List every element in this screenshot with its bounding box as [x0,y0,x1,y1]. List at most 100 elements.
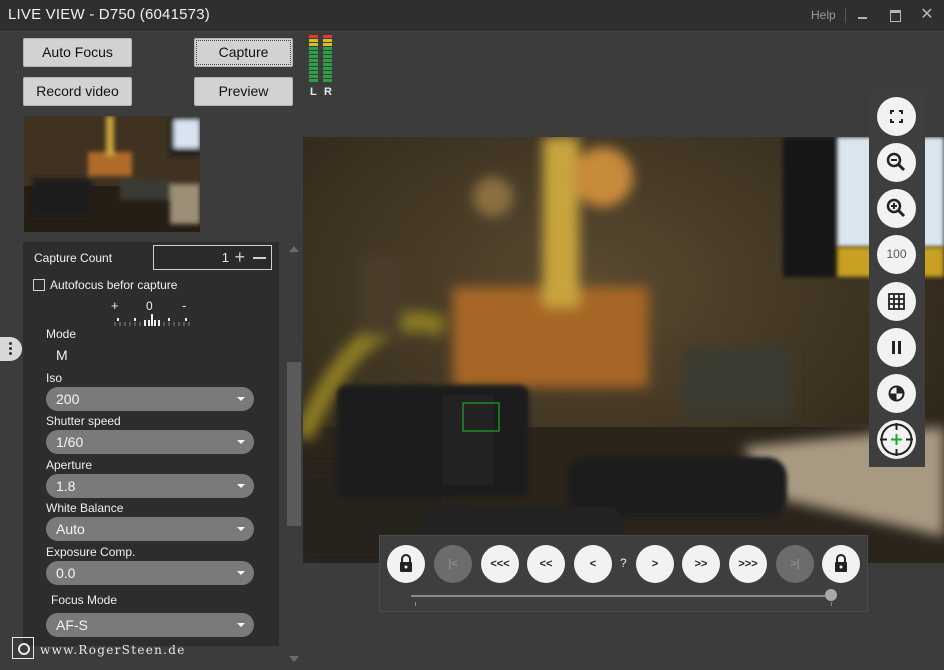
timeline-slider[interactable] [411,595,831,597]
scroll-up-icon[interactable] [289,246,299,252]
preview-thumbnail[interactable] [24,116,200,232]
meter-segment [309,43,318,46]
capture-count-stepper[interactable]: 1 + [153,245,272,270]
meter-segment [309,63,318,66]
scrollbar-thumb[interactable] [287,362,301,526]
exposure-scale [114,314,190,326]
preview-button[interactable]: Preview [194,77,293,106]
meter-segment [309,67,318,70]
zoom-in-icon[interactable] [877,189,916,228]
pause-icon[interactable] [877,328,916,367]
last-frame-button[interactable]: >| [776,545,814,583]
iso-value: 200 [56,391,80,407]
chevron-down-icon [237,397,245,401]
forward-2-button[interactable]: >> [682,545,720,583]
capture-count-value: 1 [221,250,229,265]
back-3-button[interactable]: <<< [481,545,519,583]
meter-segment [309,79,318,82]
zoom-out-icon[interactable] [877,143,916,182]
back-2-button[interactable]: << [527,545,565,583]
maximize-icon[interactable] [885,5,905,25]
meter-segment [323,79,332,82]
aperture-value: 1.8 [56,478,76,494]
more-options-icon[interactable] [0,337,22,361]
iso-select[interactable]: 200 [46,387,254,411]
white-balance-select[interactable]: Auto [46,517,254,541]
focus-mode-label: Focus Mode [51,593,118,607]
navigation-bar: |< <<< << < ? > >> >>> >| [379,535,868,612]
fullscreen-icon[interactable] [877,97,916,136]
meter-segment [323,71,332,74]
chevron-down-icon [237,440,245,444]
forward-3-button[interactable]: >>> [729,545,767,583]
focus-mode-value: AF-S [56,617,88,633]
help-link[interactable]: Help [811,8,836,22]
shutter-speed-select[interactable]: 1/60 [46,430,254,454]
slider-tick-end [831,602,832,606]
plus-icon[interactable]: + [234,247,245,267]
exposure-simulation-icon[interactable] [877,374,916,413]
scroll-down-icon[interactable] [289,656,299,662]
meter-segment [323,63,332,66]
aperture-select[interactable]: 1.8 [46,474,254,498]
settings-panel: Capture Count 1 + Autofocus befor captur… [23,242,279,646]
exposure-comp-label: Exposure Comp. [46,545,136,559]
brand-watermark: www.RogerSteen.de [40,643,186,657]
autofocus-before-capture-label: Autofocus befor capture [50,278,178,292]
audio-meter-right [323,35,332,85]
audio-meter-left [309,35,318,85]
minus-icon[interactable] [253,257,266,259]
white-balance-value: Auto [56,521,85,537]
meter-segment [309,51,318,54]
close-icon[interactable]: ✕ [917,5,937,25]
autofocus-before-capture-checkbox[interactable] [33,279,45,291]
back-1-button[interactable]: < [574,545,612,583]
zoom-100-button[interactable]: 100 [877,235,916,274]
chevron-down-icon [237,527,245,531]
minimize-icon[interactable] [853,5,873,25]
meter-segment [309,47,318,50]
meter-segment [323,47,332,50]
focus-target-icon[interactable] [877,420,916,459]
forward-1-button[interactable]: > [636,545,674,583]
white-balance-label: White Balance [46,501,124,515]
title-separator [845,8,846,23]
focus-mode-select[interactable]: AF-S [46,613,254,637]
meter-segment [309,59,318,62]
exposure-comp-select[interactable]: 0.0 [46,561,254,585]
meter-segment [323,43,332,46]
first-frame-button[interactable]: |< [434,545,472,583]
window-title: LIVE VIEW - D750 (6041573) [8,6,210,23]
meter-segment [323,39,332,42]
meter-segment [323,59,332,62]
scrollbar-track[interactable] [286,256,302,652]
meter-segment [323,35,332,38]
shutter-speed-value: 1/60 [56,434,84,450]
meter-segment [309,35,318,38]
meter-segment [323,67,332,70]
auto-focus-button[interactable]: Auto Focus [23,38,132,67]
lock-right-icon[interactable] [822,545,860,583]
exposure-indicator-minus: - [182,298,187,313]
live-view-image[interactable] [303,137,944,563]
meter-segment [323,75,332,78]
title-bar: LIVE VIEW - D750 (6041573) Help ✕ [0,0,944,30]
exposure-comp-value: 0.0 [56,565,76,581]
meter-segment [309,75,318,78]
chevron-down-icon [237,484,245,488]
mode-value: M [56,347,68,363]
capture-button[interactable]: Capture [194,38,293,67]
audio-meter-right-label: R [324,86,332,98]
thumbnail-image [24,116,200,232]
chevron-down-icon [237,623,245,627]
brand-logo-icon [12,637,34,659]
exposure-indicator-zero: 0 [146,299,153,313]
record-video-button[interactable]: Record video [23,77,132,106]
grid-icon[interactable] [877,282,916,321]
slider-tick-start [415,602,416,606]
lock-left-icon[interactable] [387,545,425,583]
settings-scrollbar[interactable] [286,242,302,668]
meter-segment [309,55,318,58]
timeline-slider-handle[interactable] [825,589,837,601]
position-indicator: ? [620,556,627,570]
